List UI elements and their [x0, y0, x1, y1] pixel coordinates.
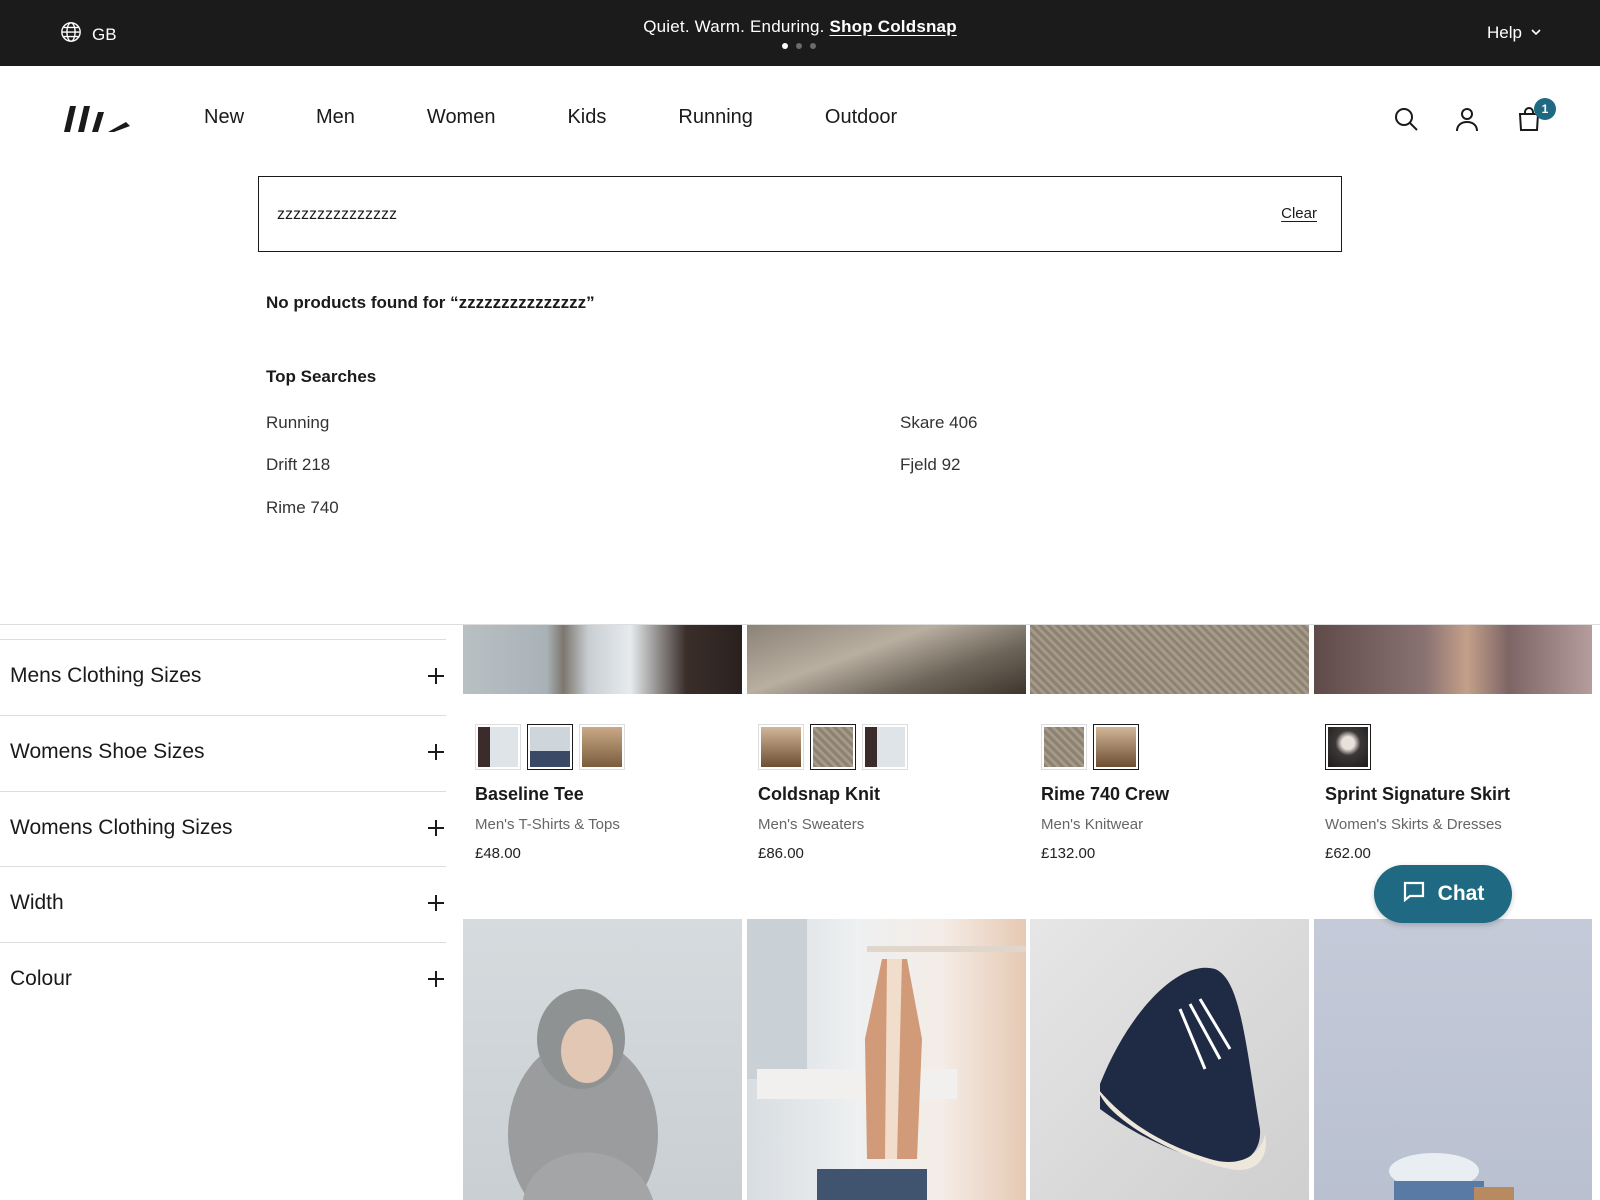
cart-count-badge: 1 [1534, 98, 1556, 120]
color-swatch[interactable] [862, 724, 908, 770]
plus-icon [426, 818, 446, 838]
color-swatches [475, 724, 625, 770]
plus-icon [426, 742, 446, 762]
product-category: Men's Knitwear [1041, 816, 1144, 833]
color-swatch[interactable] [475, 724, 521, 770]
shopping-bag-icon [1516, 107, 1542, 136]
product-name[interactable]: Coldsnap Knit [758, 784, 880, 805]
product-image[interactable] [463, 919, 742, 1200]
carousel-dot[interactable] [796, 43, 802, 49]
nav-item-men[interactable]: Men [316, 106, 355, 129]
product-image[interactable] [747, 919, 1026, 1200]
color-swatches [758, 724, 908, 770]
clear-search-button[interactable]: Clear [1281, 205, 1317, 222]
product-image[interactable] [1314, 919, 1592, 1200]
color-swatch[interactable] [579, 724, 625, 770]
filter-width[interactable]: Width [0, 866, 446, 942]
search-bar: Clear [258, 176, 1342, 252]
carousel-dot[interactable] [810, 43, 816, 49]
plus-icon [426, 893, 446, 913]
filter-womens-shoe-sizes[interactable]: Womens Shoe Sizes [0, 715, 446, 791]
help-label: Help [1487, 23, 1522, 42]
chat-label: Chat [1437, 882, 1485, 905]
product-name[interactable]: Sprint Signature Skirt [1325, 784, 1510, 805]
product-category: Women's Skirts & Dresses [1325, 816, 1502, 833]
site-header: New Men Women Kids Running Outdoor 1 [0, 66, 1600, 176]
color-swatches [1325, 724, 1371, 770]
main-nav: New Men Women Kids Running Outdoor [204, 106, 897, 129]
search-button[interactable] [1393, 106, 1421, 134]
filter-label: Width [10, 891, 64, 914]
search-input[interactable] [277, 201, 1177, 229]
announcement-message: Quiet. Warm. Enduring. Shop Coldsnap [0, 17, 1600, 37]
user-icon [1454, 108, 1480, 136]
chat-bubble-icon [1402, 879, 1426, 909]
announcement-bar: GB Quiet. Warm. Enduring. Shop Coldsnap … [0, 0, 1600, 66]
product-image[interactable] [463, 625, 742, 694]
announcement-text: Quiet. Warm. Enduring. [643, 17, 825, 36]
filter-label: Womens Clothing Sizes [10, 816, 233, 839]
product-image[interactable] [1030, 625, 1309, 694]
carousel-dot[interactable] [782, 43, 788, 49]
color-swatch[interactable] [1325, 724, 1371, 770]
color-swatch[interactable] [1041, 724, 1087, 770]
nav-item-new[interactable]: New [204, 106, 244, 129]
color-swatches [1041, 724, 1139, 770]
top-search-item[interactable]: Rime 740 [266, 498, 339, 518]
top-search-item[interactable]: Fjeld 92 [900, 455, 960, 475]
shop-coldsnap-link[interactable]: Shop Coldsnap [830, 17, 957, 36]
top-search-item[interactable]: Running [266, 413, 329, 433]
top-search-item[interactable]: Drift 218 [266, 455, 330, 475]
search-icon [1393, 108, 1419, 136]
chat-button[interactable]: Chat [1374, 865, 1512, 923]
filter-label: Womens Shoe Sizes [10, 740, 205, 763]
filter-label: Mens Clothing Sizes [10, 664, 202, 687]
no-results-message: No products found for “zzzzzzzzzzzzzzz” [266, 293, 595, 312]
product-name[interactable]: Rime 740 Crew [1041, 784, 1169, 805]
product-category: Men's Sweaters [758, 816, 865, 833]
account-button[interactable] [1454, 106, 1482, 134]
cart-button[interactable]: 1 [1516, 98, 1556, 136]
product-image[interactable] [1030, 919, 1309, 1200]
filter-womens-clothing-sizes[interactable]: Womens Clothing Sizes [0, 791, 446, 867]
color-swatch[interactable] [758, 724, 804, 770]
product-price: £86.00 [758, 845, 804, 862]
chevron-down-icon [1530, 23, 1542, 43]
filter-label: Colour [10, 967, 72, 990]
help-menu[interactable]: Help [1487, 23, 1542, 43]
color-swatch[interactable] [810, 724, 856, 770]
product-category: Men's T-Shirts & Tops [475, 816, 620, 833]
color-swatch[interactable] [527, 724, 573, 770]
top-searches-heading: Top Searches [266, 367, 377, 386]
brand-logo[interactable] [64, 104, 130, 134]
filter-colour[interactable]: Colour [0, 942, 446, 1018]
top-search-item[interactable]: Skare 406 [900, 413, 978, 433]
product-image[interactable] [1314, 625, 1592, 694]
filter-mens-clothing-sizes[interactable]: Mens Clothing Sizes [0, 639, 446, 715]
plus-icon [426, 969, 446, 989]
product-image[interactable] [747, 625, 1026, 694]
nav-item-kids[interactable]: Kids [567, 106, 606, 129]
product-price: £132.00 [1041, 845, 1096, 862]
carousel-dots [782, 43, 816, 49]
nav-item-women[interactable]: Women [427, 106, 496, 129]
plus-icon [426, 666, 446, 686]
product-name[interactable]: Baseline Tee [475, 784, 584, 805]
product-price: £62.00 [1325, 845, 1371, 862]
nav-item-running[interactable]: Running [678, 106, 753, 129]
product-price: £48.00 [475, 845, 521, 862]
nav-item-outdoor[interactable]: Outdoor [825, 106, 897, 129]
color-swatch[interactable] [1093, 724, 1139, 770]
